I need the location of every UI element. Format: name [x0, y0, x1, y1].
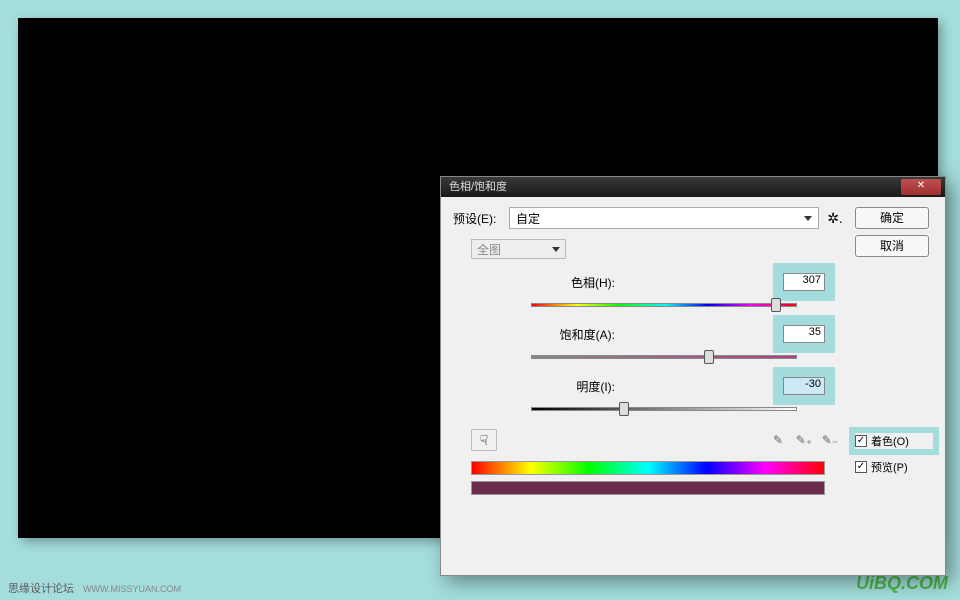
preset-label: 预设(E):: [453, 210, 509, 227]
preview-checkbox-row[interactable]: ✓ 预览(P): [855, 459, 933, 475]
colorize-label: 着色(O): [871, 433, 909, 449]
lightness-label: 明度(I):: [513, 378, 631, 395]
preview-label: 预览(P): [871, 459, 908, 475]
channel-select[interactable]: 全图: [471, 239, 566, 259]
dialog-title: 色相/饱和度: [449, 177, 507, 197]
eyedropper-icon[interactable]: ✎: [769, 431, 787, 449]
spectrum-bar-bottom: [471, 481, 825, 495]
hue-saturation-dialog: 色相/饱和度 ✕ 预设(E): 自定 ✲. 全图 色相(H):: [440, 176, 946, 576]
preview-checkbox[interactable]: ✓: [855, 461, 867, 473]
colorize-checkbox-row[interactable]: ✓ 着色(O): [855, 433, 933, 449]
chevron-down-icon: [552, 247, 560, 252]
lightness-input[interactable]: -30: [783, 377, 825, 395]
footer-credit: 思缘设计论坛 WWW.MISSYUAN.COM: [8, 580, 181, 596]
hue-label: 色相(H):: [513, 274, 631, 291]
targeted-adjustment-tool[interactable]: ☟: [471, 429, 497, 451]
footer-forum-name: 思缘设计论坛: [8, 583, 74, 595]
spectrum-bar-top: [471, 461, 825, 475]
close-button[interactable]: ✕: [901, 179, 941, 195]
saturation-label: 饱和度(A):: [513, 326, 631, 343]
hue-input[interactable]: 307: [783, 273, 825, 291]
chevron-down-icon: [804, 216, 812, 221]
saturation-input[interactable]: 35: [783, 325, 825, 343]
logo-uibo: UiBQ.COM: [856, 573, 948, 593]
ok-button[interactable]: 确定: [855, 207, 929, 229]
hue-slider[interactable]: [531, 295, 797, 313]
footer-url: WWW.MISSYUAN.COM: [83, 584, 181, 594]
channel-value: 全图: [477, 241, 501, 258]
lightness-slider[interactable]: [531, 399, 797, 417]
cancel-button[interactable]: 取消: [855, 235, 929, 257]
eyedropper-add-icon[interactable]: ✎₊: [795, 431, 813, 449]
preset-select[interactable]: 自定: [509, 207, 819, 229]
preset-value: 自定: [516, 210, 540, 227]
dialog-titlebar[interactable]: 色相/饱和度 ✕: [441, 177, 945, 197]
saturation-slider[interactable]: [531, 347, 797, 365]
colorize-checkbox[interactable]: ✓: [855, 435, 867, 447]
eyedropper-subtract-icon[interactable]: ✎₋: [821, 431, 839, 449]
preset-menu-button[interactable]: ✲.: [827, 210, 843, 226]
